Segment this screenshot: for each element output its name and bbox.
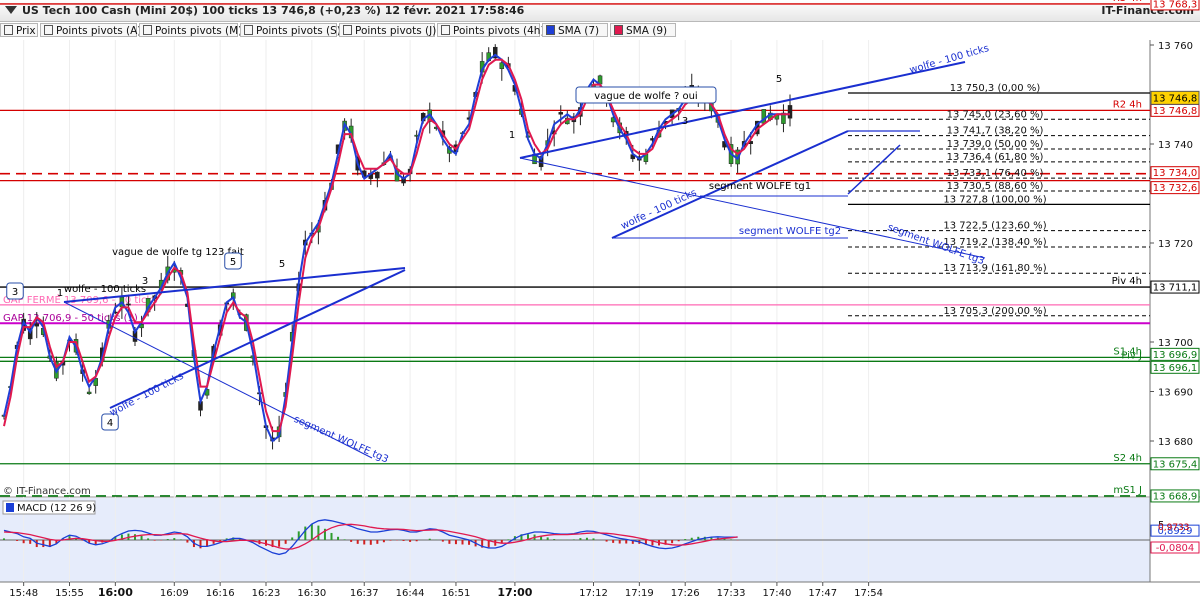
fibo-label: 13 713,9 (161,80 %)	[943, 263, 1046, 274]
candle-body	[375, 171, 380, 179]
x-tick-label: 15:55	[55, 588, 84, 599]
x-tick-label: 16:23	[252, 588, 281, 599]
pivot-level-name: Piv J	[1121, 350, 1142, 361]
annotation-label: vague de wolfe ? oui	[594, 91, 697, 102]
fibo-label: 13 741,7 (38,20 %)	[947, 126, 1044, 137]
price-axis-label: 13 668,9	[1153, 491, 1198, 502]
annotation-label: 4	[107, 418, 113, 429]
y-tick-label: 13 740	[1158, 140, 1193, 151]
candle-body	[34, 323, 39, 327]
fibo-label: 13 745,0 (23,60 %)	[947, 109, 1044, 120]
x-tick-label: 17:12	[579, 588, 608, 599]
price-axis-label: 13 746,8	[1153, 106, 1198, 117]
y-tick-label: 13 690	[1158, 388, 1193, 399]
annotation-label: 1	[509, 130, 515, 141]
x-tick-label: 16:51	[442, 588, 471, 599]
price-axis-label: 13 675,4	[1153, 459, 1198, 470]
x-tick-label: 17:54	[854, 588, 883, 599]
price-axis-label: 13 768,3	[1153, 0, 1198, 10]
x-tick-label: 16:44	[396, 588, 425, 599]
annotation-label: 5	[776, 74, 782, 85]
macd-hist-value-label: -0,0804	[1156, 543, 1195, 554]
annotation-label: 3	[12, 287, 18, 298]
pivot-level-name: mS1 J	[1113, 485, 1142, 496]
annotation-label: wolfe - 100 ticks	[64, 284, 146, 295]
macd-title: MACD (12 26 9)	[17, 503, 96, 514]
price-axis-label: 13 696,1	[1153, 363, 1198, 374]
fibo-label: 13 727,8 (100,00 %)	[943, 194, 1046, 205]
price-axis-label: 13 732,6	[1153, 183, 1198, 194]
annotation-label: 5	[279, 259, 285, 270]
price-axis-label: 13 734,0	[1153, 168, 1198, 179]
macd-signal-value-label: 0,9733	[1158, 523, 1190, 533]
fibo-label: 13 733,1 (76,40 %)	[947, 168, 1044, 179]
candle-body	[787, 105, 793, 119]
x-tick-label: 17:26	[671, 588, 700, 599]
y-tick-label: 13 700	[1158, 338, 1193, 349]
pivot-level-name: R2 4h	[1113, 99, 1142, 110]
annotation-label: segment WOLFE tg2	[739, 226, 841, 237]
x-tick-label: 16:00	[98, 586, 133, 599]
y-tick-label: 13 760	[1158, 41, 1193, 52]
fibo-label: 13 736,4 (61,80 %)	[947, 152, 1044, 163]
last-price-label: 13 746,8	[1153, 93, 1198, 104]
x-tick-label: 17:19	[625, 588, 654, 599]
annotation-label: segment WOLFE tg1	[709, 181, 811, 192]
annotation-label: 3	[142, 276, 148, 287]
candle-body	[126, 303, 131, 306]
price-axis-label: 13 696,9	[1153, 350, 1198, 361]
candle-body	[86, 391, 92, 395]
x-tick-label: 17:33	[717, 588, 746, 599]
fibo-label: 13 705,3 (200,00 %)	[943, 306, 1046, 317]
x-tick-label: 16:16	[206, 588, 235, 599]
watermark: © IT-Finance.com	[3, 486, 91, 497]
y-tick-label: 13 680	[1158, 437, 1193, 448]
fibo-label: 13 722,5 (123,60 %)	[943, 221, 1046, 232]
x-tick-label: 16:37	[350, 588, 379, 599]
x-tick-label: 16:09	[160, 588, 189, 599]
x-tick-label: 17:00	[497, 586, 532, 599]
x-tick-label: 17:40	[762, 588, 791, 599]
annotation-label: 1	[57, 288, 63, 299]
x-tick-label: 16:30	[297, 588, 326, 599]
annotation-label: 3	[682, 116, 688, 127]
fibo-label: 13 750,3 (0,00 %)	[950, 83, 1041, 94]
pivot-level-name: Piv 4h	[1112, 276, 1142, 287]
annotation-label: 5	[230, 257, 236, 268]
price-chart[interactable]: R1 JR3 4hR2 4hPiv 4hS1 4hPiv JS2 4hmS1 J…	[0, 0, 1200, 600]
pivot-level-name: R3 4h	[1113, 0, 1142, 4]
x-tick-label: 15:48	[9, 588, 38, 599]
pivot-level-name: S2 4h	[1113, 453, 1142, 464]
price-axis-label: 13 711,1	[1153, 283, 1198, 294]
candle-body	[558, 112, 563, 115]
macd-legend-swatch	[6, 503, 14, 512]
fibo-label: 13 739,0 (50,00 %)	[947, 139, 1044, 150]
fibo-label: 13 730,5 (88,60 %)	[947, 181, 1044, 192]
annotation-label: vague de wolfe tg 123 fait	[112, 247, 244, 258]
x-tick-label: 17:47	[808, 588, 837, 599]
y-tick-label: 13 720	[1158, 239, 1193, 250]
